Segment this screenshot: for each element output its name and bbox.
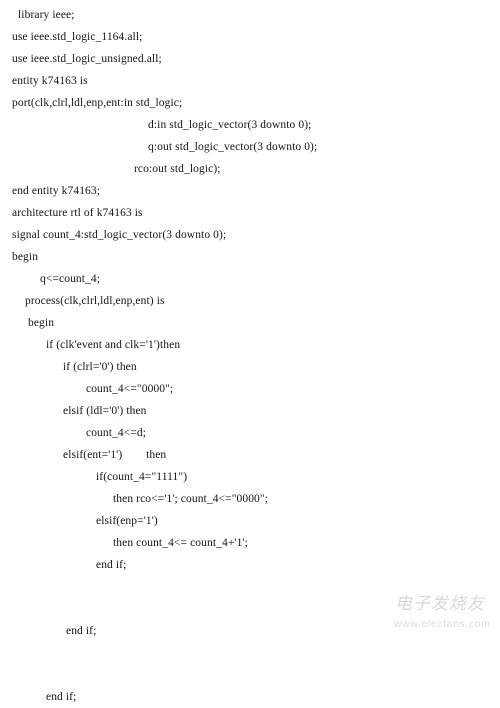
code-line: then count_4<= count_4+'1'; [113,537,248,549]
code-line: count_4<="0000"; [86,383,174,395]
code-line: elsif(enp='1') [96,515,158,527]
code-line: elsif(ent='1') then [63,449,167,461]
code-line: signal count_4:std_logic_vector(3 downto… [12,229,227,241]
code-line: end if; [96,559,127,571]
code-line: use ieee.std_logic_1164.all; [12,31,143,43]
vhdl-code-block: library ieee; use ieee.std_logic_1164.all… [0,0,500,708]
document-page: library ieee; use ieee.std_logic_1164.all… [0,0,500,703]
code-line: count_4<=d; [86,427,147,439]
code-line: q:out std_logic_vector(3 downto 0); [148,141,318,153]
code-line: use ieee.std_logic_unsigned.all; [12,53,162,65]
code-line: end if; [46,691,77,703]
code-line: then rco<='1'; count_4<="0000"; [113,493,268,505]
code-line: if (clk'event and clk='1')then [46,339,181,351]
code-line: if (clrl='0') then [63,361,137,373]
code-line: d:in std_logic_vector(3 downto 0); [148,119,312,131]
code-line: begin [12,251,39,263]
code-line: end if; [66,625,97,637]
code-line: port(clk,clrl,ldl,enp,ent:in std_logic; [12,97,183,109]
code-line: architecture rtl of k74163 is [12,207,143,219]
code-line: rco:out std_logic); [134,163,221,175]
code-line: begin [28,317,55,329]
code-line: q<=count_4; [40,273,101,285]
code-line: elsif (ldl='0') then [63,405,147,417]
code-line: if(count_4="1111") [96,471,188,483]
code-line: library ieee; [18,9,75,21]
code-line: process(clk,clrl,ldl,enp,ent) is [25,295,165,307]
code-line: end entity k74163; [12,185,101,197]
code-line: entity k74163 is [12,75,88,87]
